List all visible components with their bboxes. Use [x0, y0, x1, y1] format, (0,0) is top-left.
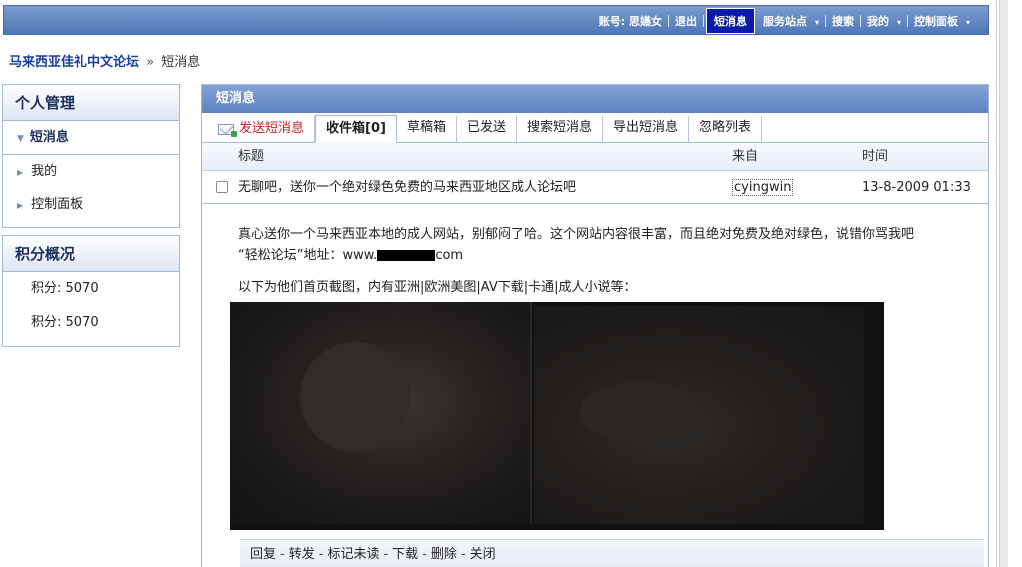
points-value: 积分: 5070: [31, 315, 99, 330]
breadcrumb-separator: »: [146, 55, 155, 70]
triangle-right-icon: ▶: [17, 168, 24, 177]
message-tabs: 发送短消息 收件箱[0] 草稿箱 已发送 搜索短消息 导出短消息 忽略列表: [202, 113, 988, 143]
control-panel-label: 控制面板: [913, 15, 958, 28]
sidebar-item-mine[interactable]: ▶ 我的: [3, 155, 179, 188]
chevron-down-icon: ▾: [896, 18, 901, 27]
download-link[interactable]: 下载: [392, 547, 418, 562]
triangle-down-icon: ▼: [17, 134, 24, 144]
message-subject-link[interactable]: 无聊吧，送你一个绝对绿色免费的马来西亚地区成人论坛吧: [238, 171, 732, 204]
breadcrumb-home-link[interactable]: 马来西亚佳礼中文论坛: [9, 55, 139, 70]
services-menu[interactable]: 服务站点 ▾: [757, 13, 825, 29]
envelope-icon: [218, 123, 237, 137]
triangle-right-icon: ▶: [17, 201, 24, 210]
tab-send-message[interactable]: 发送短消息: [214, 116, 316, 142]
message-url-suffix: com: [435, 248, 464, 263]
sidebar-personal: 个人管理 ▼ 短消息 ▶ 我的 ▶ 控制面板: [2, 84, 180, 228]
image-figure: [300, 342, 410, 452]
breadcrumb: 马来西亚佳礼中文论坛 » 短消息: [9, 51, 200, 70]
message-line: 真心送你一个马来西亚本地的成人网站，别郁闷了哈。这个网站内容很丰富，而且绝对免费…: [238, 227, 915, 242]
sidebar-item-label: 我的: [31, 164, 58, 179]
tab-search-messages[interactable]: 搜索短消息: [517, 116, 603, 142]
column-header-time: 时间: [862, 149, 889, 164]
services-label: 服务站点: [762, 15, 807, 28]
action-separator: -: [383, 547, 389, 562]
sidebar-item-messages[interactable]: ▼ 短消息: [3, 121, 179, 155]
redacted-block: [377, 250, 436, 261]
sender-link[interactable]: cyingwin: [732, 178, 794, 196]
window-scrollbar[interactable]: [996, 0, 1022, 567]
sidebar-personal-title: 个人管理: [3, 85, 179, 121]
control-panel-menu[interactable]: 控制面板 ▾: [908, 13, 976, 29]
message-time: 13-8-2009 01:33: [862, 179, 971, 195]
top-nav-menu: 账号: 思嬿女 退出 短消息 服务站点 ▾ 搜索 我的 ▾ 控制面板 ▾: [593, 6, 976, 36]
message-body: 真心送你一个马来西亚本地的成人网站，别郁闷了哈。这个网站内容很丰富，而且绝对免费…: [202, 204, 988, 530]
delete-link[interactable]: 删除: [431, 547, 457, 562]
nav-divider: [702, 15, 704, 27]
message-text: 真心送你一个马来西亚本地的成人网站，别郁闷了哈。这个网站内容很丰富，而且绝对免费…: [238, 224, 978, 266]
sidebar-item-control-panel[interactable]: ▶ 控制面板: [3, 188, 179, 221]
message-row[interactable]: 无聊吧，送你一个绝对绿色免费的马来西亚地区成人论坛吧 cyingwin 13-8…: [202, 171, 988, 204]
action-separator: -: [460, 547, 466, 562]
points-value: 积分: 5070: [31, 281, 99, 296]
column-header-from: 来自: [732, 149, 759, 164]
sidebar-points-title: 积分概况: [3, 236, 179, 272]
messages-panel: 短消息 发送短消息 收件箱[0] 草稿箱 已发送 搜索短消息 导出短消息 忽略列…: [201, 84, 989, 567]
panel-title: 短消息: [202, 85, 988, 113]
image-figure: [580, 382, 700, 442]
messages-link[interactable]: 短消息: [705, 8, 755, 34]
chevron-down-icon: ▾: [965, 18, 970, 27]
column-header-title: 标题: [238, 149, 265, 164]
message-list-header: 标题 来自 时间: [202, 143, 988, 171]
tab-export-messages[interactable]: 导出短消息: [603, 116, 690, 142]
reply-link[interactable]: 回复: [250, 547, 276, 562]
action-separator: -: [422, 547, 427, 562]
sidebar-item-label: 控制面板: [31, 197, 84, 212]
breadcrumb-current: 短消息: [161, 55, 201, 70]
sidebar-item-label: 短消息: [29, 130, 69, 145]
tab-drafts[interactable]: 草稿箱: [397, 116, 457, 142]
embedded-screenshot-image: [230, 302, 884, 530]
message-url-prefix: “轻松论坛”地址：www.: [238, 248, 378, 263]
mine-label: 我的: [866, 15, 889, 28]
chevron-down-icon: ▾: [814, 18, 819, 27]
message-checkbox[interactable]: [216, 181, 228, 193]
top-navigation-bar: 账号: 思嬿女 退出 短消息 服务站点 ▾ 搜索 我的 ▾ 控制面板 ▾: [3, 5, 989, 35]
mark-unread-link[interactable]: 标记未读: [327, 547, 379, 562]
logout-link[interactable]: 退出: [669, 13, 703, 29]
message-actions-bar: 回复 - 转发 - 标记未读 - 下载 - 删除 - 关闭: [240, 539, 984, 567]
action-separator: -: [280, 547, 285, 562]
tab-sent[interactable]: 已发送: [457, 116, 517, 142]
close-link[interactable]: 关闭: [470, 547, 496, 562]
account-link[interactable]: 账号: 思嬿女: [593, 13, 668, 29]
mine-menu[interactable]: 我的 ▾: [861, 13, 907, 29]
search-link[interactable]: 搜索: [826, 13, 860, 29]
tab-label: 发送短消息: [239, 121, 305, 136]
message-text-2: 以下为他们首页截图，内有亚洲|欧洲美图|AV下载|卡通|成人小说等：: [238, 280, 637, 295]
tab-inbox[interactable]: 收件箱[0]: [315, 115, 397, 143]
tab-ignore-list[interactable]: 忽略列表: [689, 116, 763, 142]
sidebar-points: 积分概况 积分: 5070 积分: 5070: [2, 235, 180, 347]
action-separator: -: [318, 547, 324, 562]
forward-link[interactable]: 转发: [289, 547, 315, 562]
